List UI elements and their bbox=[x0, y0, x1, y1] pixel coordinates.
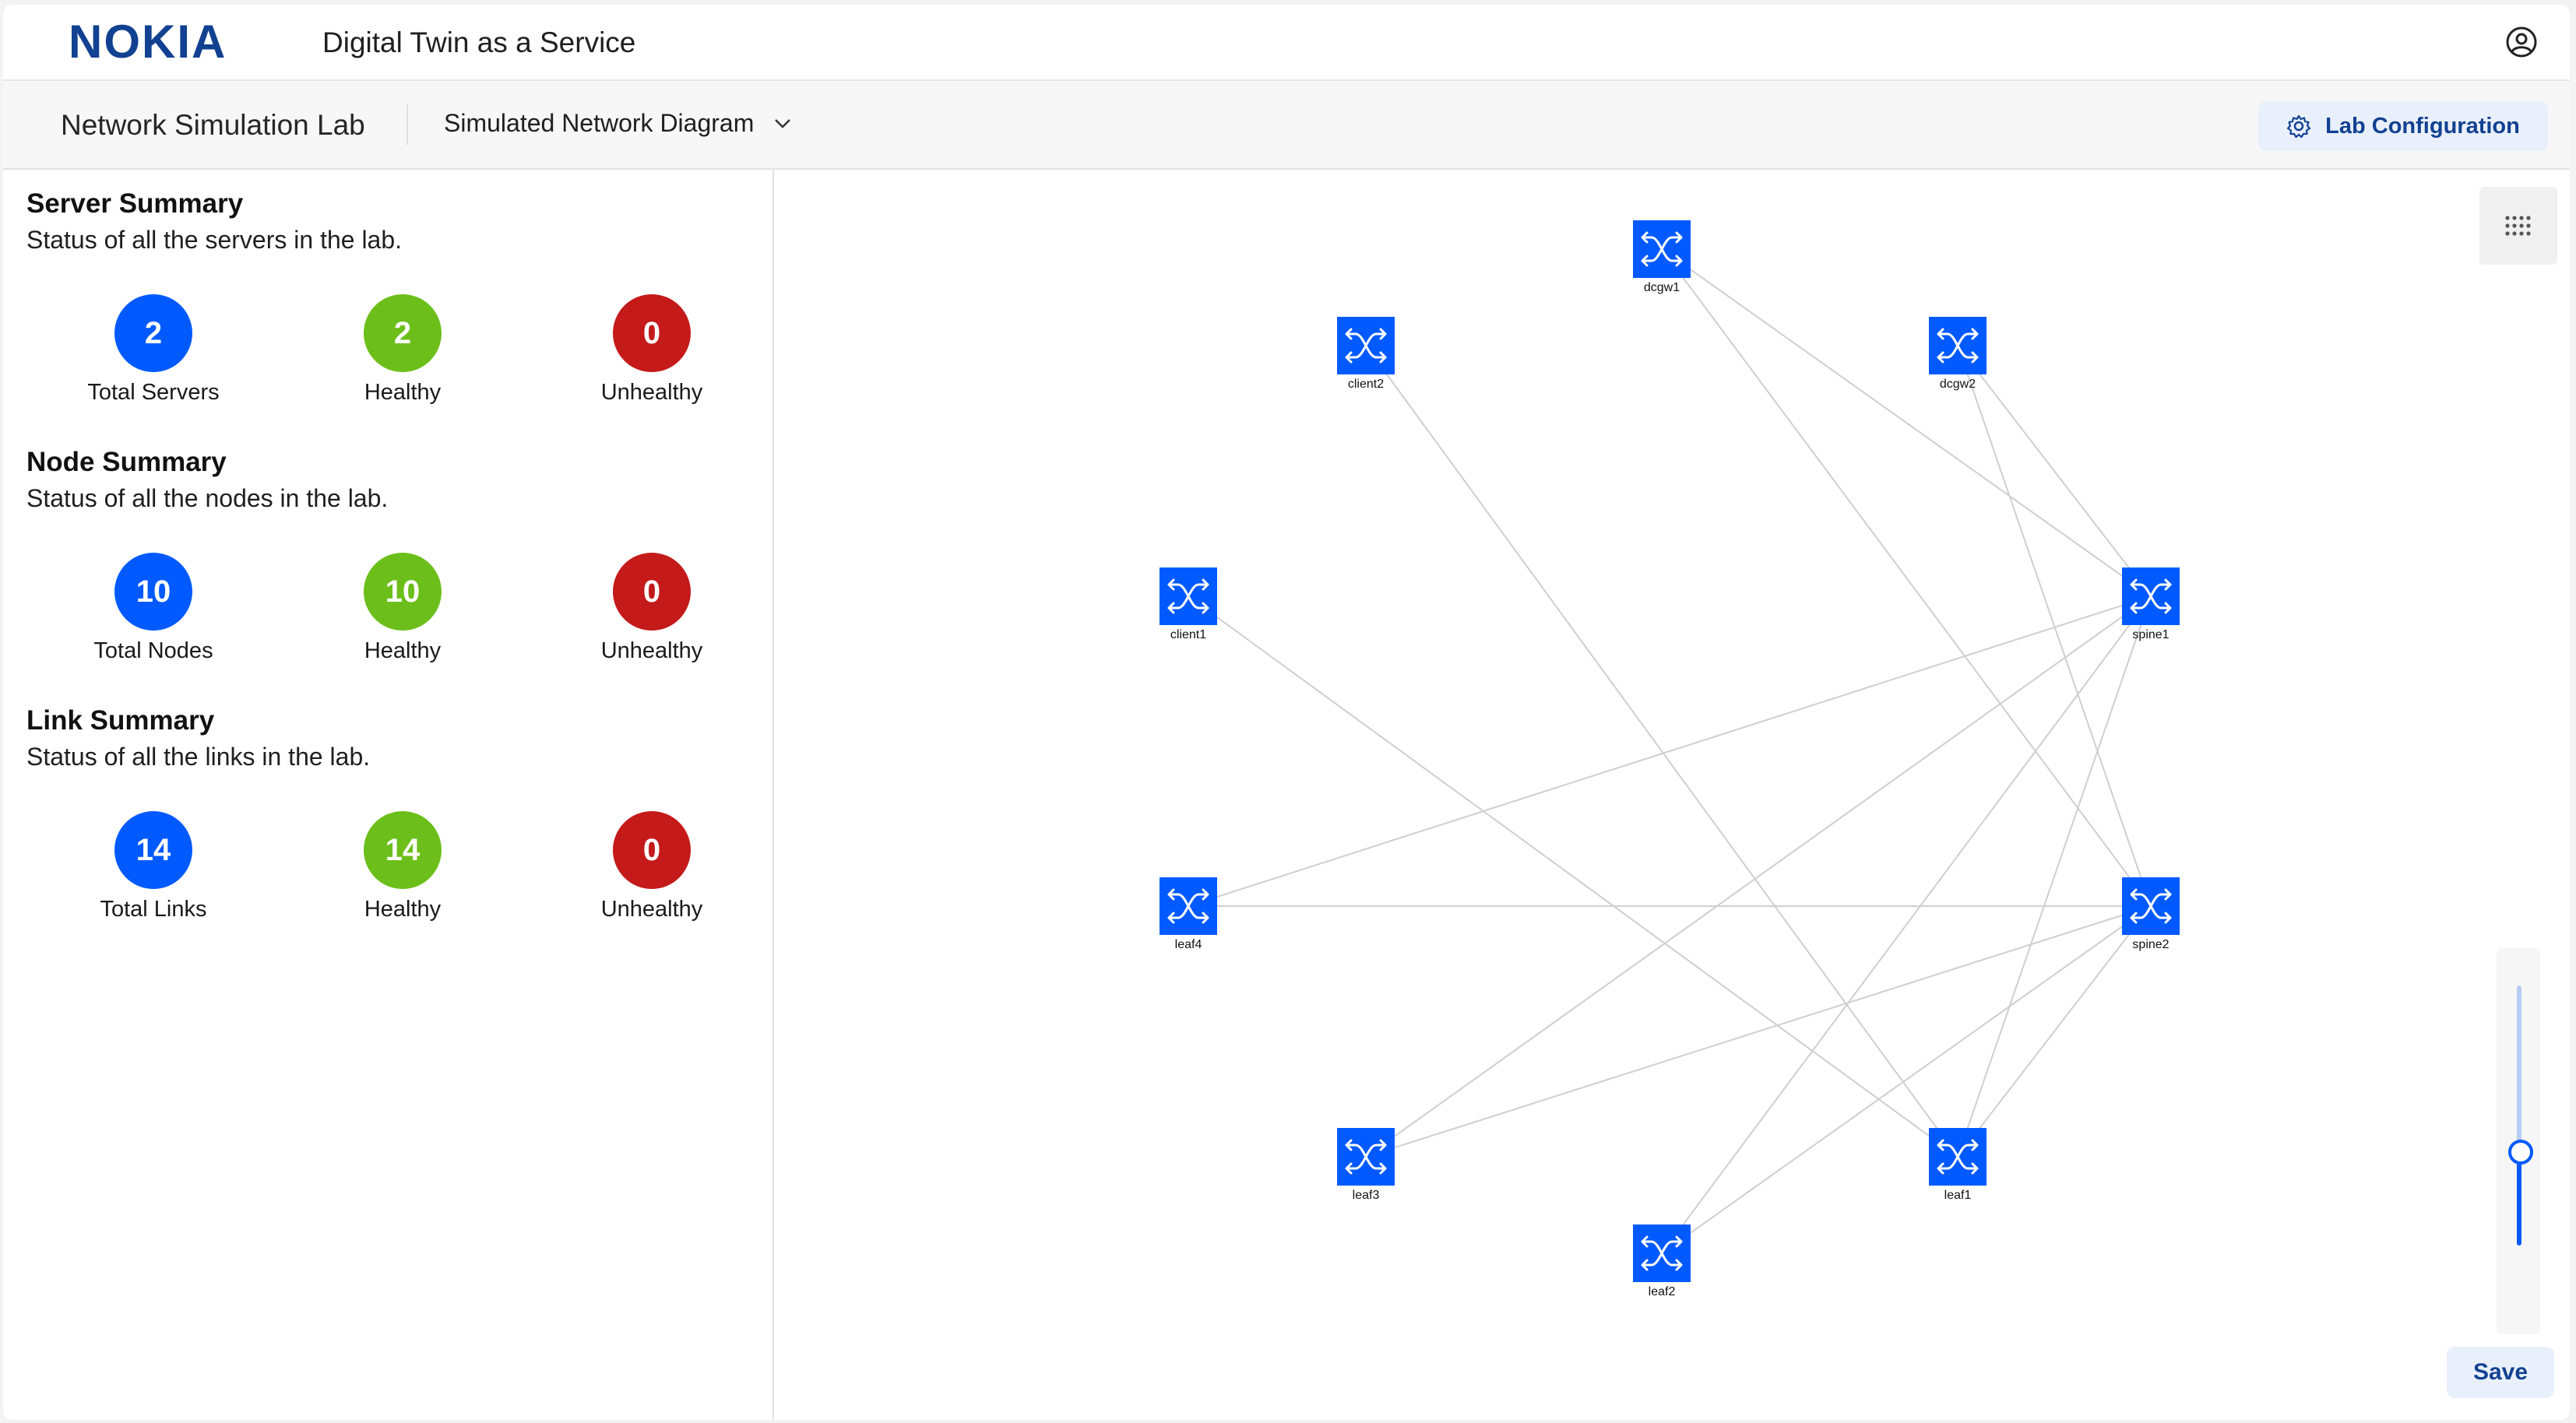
zoom-slider-fill bbox=[2517, 1152, 2521, 1246]
nodes-layer: dcgw1 client2 dcgw2 client1 spine1 leaf4 spine… bbox=[1160, 220, 2180, 1298]
healthy-servers-stat: 2 Healthy bbox=[301, 294, 504, 406]
node-summary-subtitle: Status of all the nodes in the lab. bbox=[26, 484, 389, 512]
gear-icon bbox=[2287, 114, 2311, 139]
nokia-logo: NOKIA bbox=[69, 19, 227, 65]
unhealthy-nodes-label: Unhealthy bbox=[600, 638, 703, 663]
node-label: spine2 bbox=[2132, 938, 2169, 951]
divider bbox=[406, 104, 408, 145]
link-leaf2-spine1[interactable] bbox=[1661, 596, 2152, 1254]
top-bar: NOKIA Digital Twin as a Service bbox=[3, 5, 2570, 81]
link-leaf1-spine1[interactable] bbox=[1957, 596, 2152, 1158]
link-leaf3-spine1[interactable] bbox=[1365, 596, 2152, 1158]
network-diagram[interactable]: dcgw1 client2 dcgw2 client1 spine1 leaf4 spine… bbox=[774, 170, 2441, 1420]
unhealthy-servers-stat: 0 Unhealthy bbox=[551, 294, 753, 406]
node-leaf4[interactable]: leaf4 bbox=[1160, 877, 1217, 951]
view-select-label: Simulated Network Diagram bbox=[444, 109, 755, 137]
total-nodes-stat: 10 Total Nodes bbox=[52, 553, 255, 664]
total-nodes-count: 10 bbox=[114, 553, 192, 631]
healthy-nodes-label: Healthy bbox=[364, 638, 442, 663]
node-dcgw2[interactable]: dcgw2 bbox=[1929, 317, 1987, 391]
total-nodes-label: Total Nodes bbox=[93, 638, 213, 663]
healthy-nodes-count: 10 bbox=[364, 553, 442, 631]
healthy-servers-count: 2 bbox=[364, 294, 442, 372]
healthy-links-count: 14 bbox=[364, 811, 442, 889]
total-servers-stat: 2 Total Servers bbox=[52, 294, 255, 406]
node-label: client1 bbox=[1170, 628, 1206, 641]
total-links-label: Total Links bbox=[100, 897, 207, 922]
svg-text:NOKIA: NOKIA bbox=[69, 19, 227, 65]
node-label: leaf4 bbox=[1175, 938, 1202, 951]
user-circle-icon[interactable] bbox=[2504, 25, 2539, 59]
link-dcgw1-spine1[interactable] bbox=[1661, 248, 2152, 597]
healthy-servers-label: Healthy bbox=[364, 380, 442, 405]
node-label: dcgw2 bbox=[1940, 378, 1976, 391]
lab-configuration-label: Lab Configuration bbox=[2325, 113, 2520, 139]
node-label: leaf1 bbox=[1944, 1189, 1972, 1202]
node-spine1[interactable]: spine1 bbox=[2122, 567, 2180, 641]
links-layer bbox=[1188, 248, 2152, 1254]
link-dcgw2-spine2[interactable] bbox=[1957, 345, 2152, 907]
total-servers-count: 2 bbox=[114, 294, 192, 372]
node-label: leaf3 bbox=[1353, 1189, 1380, 1202]
node-client2[interactable]: client2 bbox=[1337, 317, 1395, 391]
healthy-links-label: Healthy bbox=[364, 897, 442, 922]
node-summary-title: Node Summary bbox=[26, 447, 227, 477]
link-summary-subtitle: Status of all the links in the lab. bbox=[26, 743, 371, 771]
server-summary-subtitle: Status of all the servers in the lab. bbox=[26, 226, 403, 254]
node-leaf3[interactable]: leaf3 bbox=[1337, 1128, 1395, 1202]
grid-dots-icon bbox=[2505, 216, 2531, 236]
server-summary-title: Server Summary bbox=[26, 188, 244, 219]
node-client1[interactable]: client1 bbox=[1160, 567, 1217, 641]
network-diagram-canvas[interactable]: dcgw1 client2 dcgw2 client1 spine1 leaf4 spine… bbox=[774, 170, 2570, 1420]
node-label: dcgw1 bbox=[1644, 281, 1680, 294]
zoom-slider-handle[interactable] bbox=[2508, 1140, 2533, 1165]
link-client1-leaf1[interactable] bbox=[1188, 596, 1958, 1158]
node-label: spine1 bbox=[2132, 628, 2169, 641]
unhealthy-links-stat: 0 Unhealthy bbox=[551, 811, 753, 922]
node-label: client2 bbox=[1348, 378, 1384, 391]
node-leaf2[interactable]: leaf2 bbox=[1633, 1224, 1691, 1298]
node-label: leaf2 bbox=[1649, 1285, 1676, 1298]
app-title: Digital Twin as a Service bbox=[322, 26, 636, 58]
summary-panel: Server Summary Status of all the servers… bbox=[3, 170, 774, 1420]
total-servers-label: Total Servers bbox=[87, 380, 220, 405]
link-summary-title: Link Summary bbox=[26, 705, 215, 736]
healthy-nodes-stat: 10 Healthy bbox=[301, 553, 504, 664]
link-leaf1-spine2[interactable] bbox=[1957, 905, 2152, 1158]
unhealthy-links-count: 0 bbox=[613, 811, 691, 889]
node-dcgw1[interactable]: dcgw1 bbox=[1633, 220, 1691, 294]
node-leaf1[interactable]: leaf1 bbox=[1929, 1128, 1987, 1202]
link-dcgw2-spine1[interactable] bbox=[1957, 345, 2152, 597]
sub-bar: Network Simulation Lab Simulated Network… bbox=[3, 81, 2570, 170]
app-window: NOKIA Digital Twin as a Service Network … bbox=[3, 5, 2570, 1420]
unhealthy-nodes-count: 0 bbox=[613, 553, 691, 631]
node-spine2[interactable]: spine2 bbox=[2122, 877, 2180, 951]
link-client2-leaf1[interactable] bbox=[1365, 345, 1958, 1158]
total-links-count: 14 bbox=[114, 811, 192, 889]
save-button[interactable]: Save bbox=[2447, 1347, 2554, 1398]
total-links-stat: 14 Total Links bbox=[52, 811, 255, 922]
link-leaf3-spine2[interactable] bbox=[1365, 905, 2152, 1158]
chevron-down-icon bbox=[775, 118, 791, 128]
layout-grid-button[interactable] bbox=[2479, 187, 2557, 265]
lab-name: Network Simulation Lab bbox=[61, 109, 365, 141]
healthy-links-stat: 14 Healthy bbox=[301, 811, 504, 922]
unhealthy-links-label: Unhealthy bbox=[600, 897, 703, 922]
unhealthy-servers-label: Unhealthy bbox=[600, 380, 703, 405]
link-leaf2-spine2[interactable] bbox=[1661, 905, 2152, 1254]
link-leaf4-spine1[interactable] bbox=[1188, 596, 2152, 907]
unhealthy-servers-count: 0 bbox=[613, 294, 691, 372]
view-select-dropdown[interactable]: Simulated Network Diagram bbox=[444, 109, 791, 138]
lab-configuration-button[interactable]: Lab Configuration bbox=[2258, 101, 2548, 151]
unhealthy-nodes-stat: 0 Unhealthy bbox=[551, 553, 753, 664]
